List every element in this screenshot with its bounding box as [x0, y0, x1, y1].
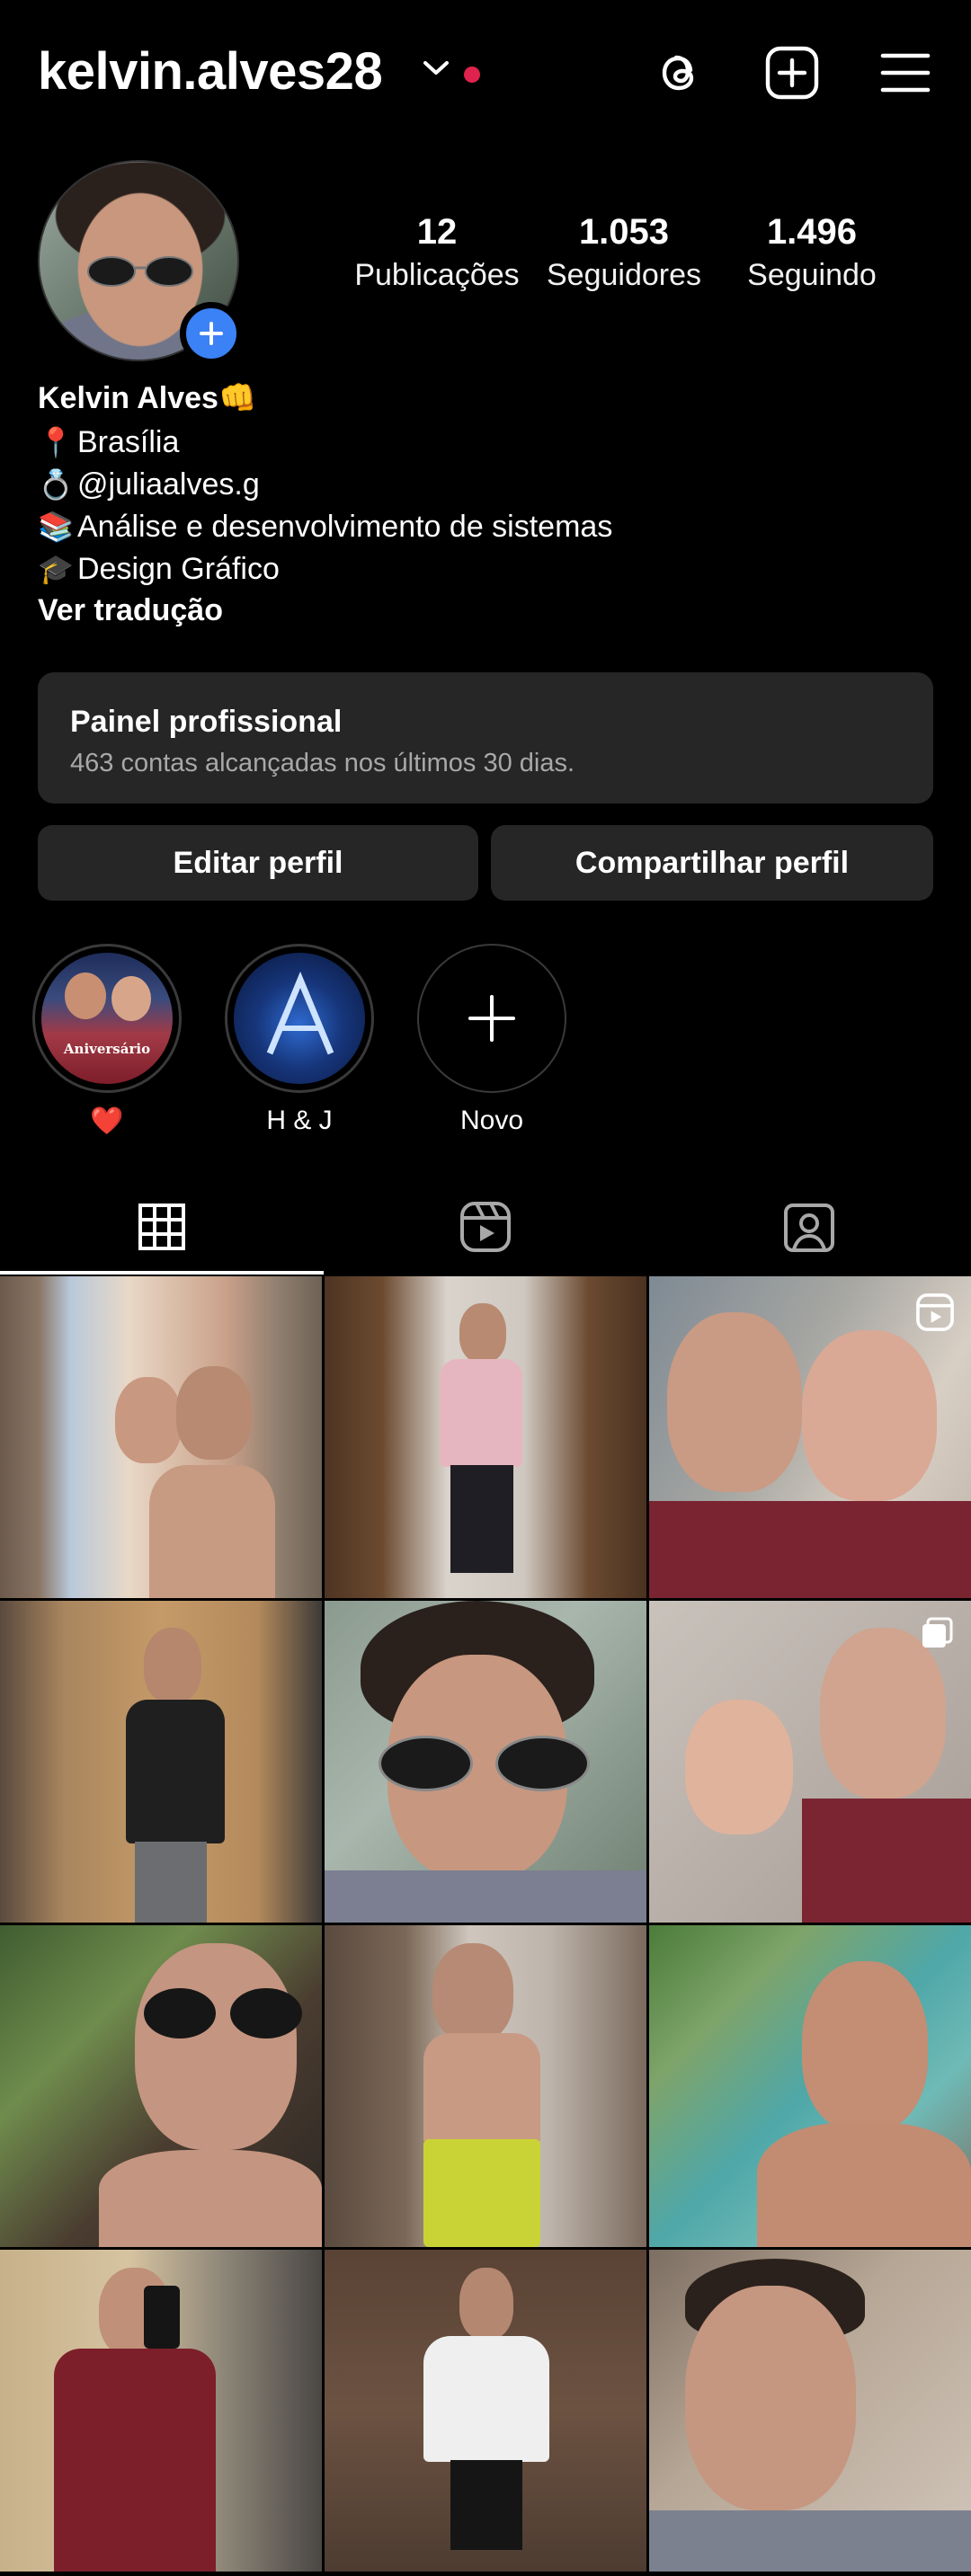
post-thumbnail[interactable] — [325, 1276, 646, 1598]
mention-link[interactable]: @juliaalves.g — [77, 464, 260, 505]
create-icon[interactable] — [764, 45, 820, 101]
menu-icon[interactable] — [877, 45, 933, 101]
post-thumbnail[interactable] — [0, 1601, 322, 1923]
post-thumbnail[interactable] — [0, 1276, 322, 1598]
highlight-label: ❤️ — [90, 1106, 124, 1136]
posts-count[interactable]: 12 Publicações — [347, 212, 527, 293]
plus-icon — [200, 322, 223, 345]
tab-tagged[interactable] — [647, 1177, 971, 1276]
bio-line: 📚 Análise e desenvolvimento de sistemas — [38, 505, 937, 547]
display-name: Kelvin Alves👊 — [38, 381, 257, 415]
active-tab-indicator — [0, 1271, 324, 1275]
highlight-2[interactable]: H & J — [225, 944, 374, 1138]
stat-label: Seguindo — [747, 258, 877, 292]
profile-tabs — [0, 1177, 971, 1276]
post-thumbnail[interactable] — [325, 1601, 646, 1923]
sunglasses-icon — [87, 256, 193, 287]
share-profile-button[interactable]: Compartilhar perfil — [491, 825, 933, 901]
post-thumbnail[interactable] — [649, 1925, 971, 2247]
new-highlight-button[interactable]: Novo — [417, 944, 566, 1138]
highlight-cover — [234, 953, 365, 1084]
translate-link[interactable]: Ver tradução — [38, 590, 937, 631]
tab-posts[interactable] — [0, 1177, 324, 1276]
highlight-1[interactable]: Aniversário ❤️ — [32, 944, 182, 1138]
bio-text: Brasília — [77, 424, 180, 459]
bio-line: 📍 Brasília — [38, 421, 937, 463]
highlight-label: Novo — [459, 1106, 524, 1135]
books-icon: 📚 — [38, 510, 74, 543]
post-thumbnail[interactable] — [649, 2250, 971, 2572]
grid-icon — [138, 1204, 185, 1250]
post-thumbnail[interactable] — [649, 1601, 971, 1923]
stat-value: 1.053 — [578, 212, 670, 252]
graduation-cap-icon: 🎓 — [38, 552, 74, 585]
top-bar: kelvin.alves28 — [0, 0, 971, 153]
bio-line: 💍 @juliaalves.g — [38, 463, 937, 505]
post-thumbnail[interactable] — [325, 1925, 646, 2247]
notification-dot — [464, 67, 480, 83]
professional-dashboard[interactable]: Painel profissional 463 contas alcançada… — [38, 672, 933, 804]
bio-line: 🎓 Design Gráfico — [38, 547, 937, 590]
following-count[interactable]: 1.496 Seguindo — [726, 212, 897, 293]
bio-text: Design Gráfico — [77, 551, 280, 586]
followers-count[interactable]: 1.053 Seguidores — [532, 212, 716, 293]
pin-icon: 📍 — [38, 425, 74, 458]
highlight-cover: Aniversário — [41, 953, 173, 1084]
bio: Kelvin Alves👊 📍 Brasília 💍 @juliaalves.g… — [38, 378, 937, 631]
add-story-button[interactable] — [180, 302, 243, 365]
carousel-icon — [922, 1617, 953, 1648]
plus-icon — [468, 995, 515, 1042]
highlight-ring — [417, 944, 566, 1093]
bio-text: Análise e desenvolvimento de sistemas — [77, 509, 613, 544]
username[interactable]: kelvin.alves28 — [38, 41, 383, 102]
highlight-cover-text: Aniversário — [63, 1041, 151, 1057]
highlight-label: H & J — [266, 1106, 333, 1135]
stat-label: Seguidores — [546, 258, 701, 292]
threads-icon[interactable] — [651, 45, 707, 101]
reels-icon — [460, 1202, 511, 1252]
chevron-down-icon[interactable] — [423, 59, 450, 77]
post-thumbnail[interactable] — [325, 2250, 646, 2572]
post-thumbnail[interactable] — [0, 2250, 322, 2572]
highlight-ring: Aniversário — [32, 944, 182, 1093]
panel-title: Painel profissional — [70, 705, 343, 739]
tagged-icon — [784, 1204, 834, 1252]
highlight-ring — [225, 944, 374, 1093]
stat-value: 1.496 — [766, 212, 858, 252]
post-thumbnail[interactable] — [649, 1276, 971, 1598]
ring-icon: 💍 — [38, 467, 74, 501]
stat-label: Publicações — [354, 258, 520, 292]
letter-a-icon — [266, 971, 334, 1055]
edit-profile-button[interactable]: Editar perfil — [38, 825, 478, 901]
stat-value: 12 — [416, 212, 458, 252]
reels-icon — [916, 1293, 954, 1331]
panel-subtitle: 463 contas alcançadas nos últimos 30 dia… — [70, 749, 575, 777]
tab-reels[interactable] — [324, 1177, 647, 1276]
profile-avatar[interactable] — [38, 160, 243, 365]
post-thumbnail[interactable] — [0, 1925, 322, 2247]
